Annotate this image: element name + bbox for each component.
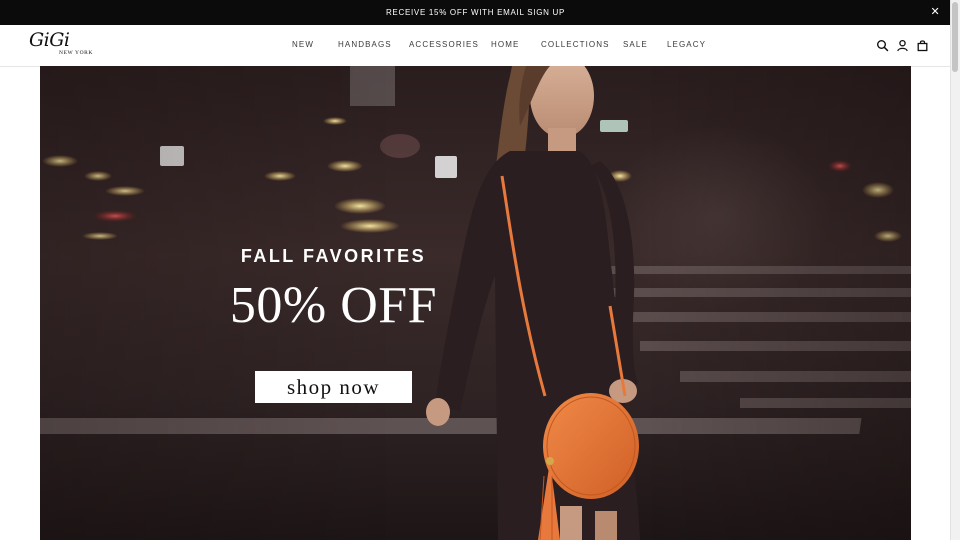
page-scrollbar[interactable] <box>950 0 960 540</box>
nav-item-legacy[interactable]: LEGACY <box>667 40 706 49</box>
nav-item-sale[interactable]: SALE <box>623 40 648 49</box>
hero-kicker: FALL FAVORITES <box>240 246 427 266</box>
account-icon[interactable] <box>896 39 909 52</box>
cart-icon[interactable] <box>916 39 929 52</box>
close-icon[interactable]: ✕ <box>929 6 942 19</box>
search-icon[interactable] <box>876 39 889 52</box>
site-header: GiGi NEW YORK NEW HANDBAGS ACCESSORIES H… <box>0 25 951 67</box>
nav-item-new[interactable]: NEW <box>292 40 314 49</box>
nav-item-accessories[interactable]: ACCESSORIES <box>409 40 479 49</box>
scrollbar-thumb[interactable] <box>952 2 958 72</box>
nav-item-collections[interactable]: COLLECTIONS <box>541 40 610 49</box>
hero-title: 50% OFF <box>229 277 438 334</box>
nav-item-handbags[interactable]: HANDBAGS <box>338 40 392 49</box>
shop-now-button[interactable]: shop now <box>255 371 412 403</box>
announcement-text[interactable]: RECEIVE 15% OFF WITH EMAIL SIGN UP <box>386 8 565 17</box>
main-nav: NEW HANDBAGS ACCESSORIES HOME COLLECTION… <box>0 25 951 66</box>
announcement-bar: RECEIVE 15% OFF WITH EMAIL SIGN UP ✕ <box>0 0 951 25</box>
hero-banner[interactable]: FALL FAVORITES 50% OFF shop now <box>40 66 911 540</box>
nav-item-home[interactable]: HOME <box>491 40 519 49</box>
